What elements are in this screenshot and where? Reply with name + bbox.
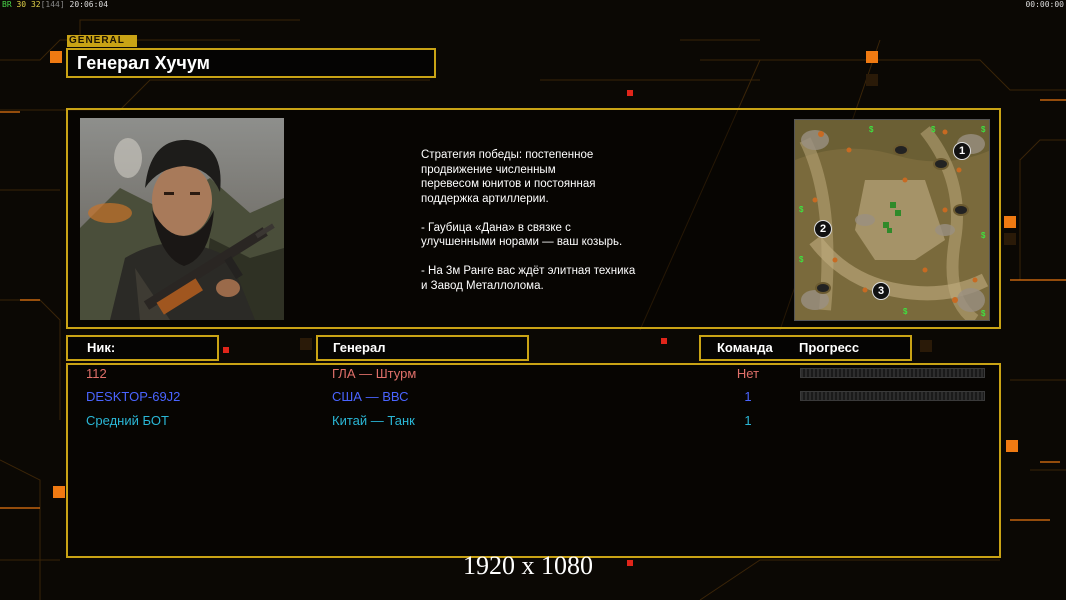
decor-square <box>1004 233 1016 245</box>
map-supply-pit <box>815 282 831 294</box>
strategy-line: перевесом юнитов и постоянная <box>421 178 596 190</box>
strategy-description: Стратегия победы: постепенное продвижение… <box>421 148 721 293</box>
decor-square <box>627 90 633 96</box>
player-team-select[interactable]: 1 <box>708 413 788 429</box>
player-general-select[interactable]: Китай — Танк <box>332 413 415 429</box>
hud-timer: 00:00:00 <box>1025 0 1064 9</box>
general-portrait-icon <box>80 118 284 320</box>
player-team-select[interactable]: Нет <box>708 366 788 382</box>
strategy-line: поддержка артиллерии. <box>421 192 549 205</box>
map-start-position-2[interactable]: 2 <box>814 220 832 238</box>
map-supply-pit <box>953 204 969 216</box>
column-header-general: Генерал <box>316 335 529 361</box>
column-header-team-label: Команда <box>717 340 773 355</box>
column-header-nick-label: Ник: <box>87 340 116 355</box>
decor-square <box>627 560 633 566</box>
hud-bracket-value: [144] <box>40 0 65 9</box>
map-cash-icon: $ <box>903 307 908 316</box>
decor-square <box>1004 216 1016 228</box>
hud-clock: 20:06:04 <box>69 0 109 9</box>
map-preview: 1 2 3 $ $ $ $ $ $ $ $ <box>794 119 990 321</box>
map-supply-pit <box>893 144 909 156</box>
map-start-position-1[interactable]: 1 <box>953 142 971 160</box>
decor-square <box>920 340 932 352</box>
player-progress-bar <box>800 368 985 378</box>
strategy-line: продвижение численным <box>421 163 556 176</box>
player-nick: DESKTOP-69J2 <box>86 389 181 404</box>
map-cash-icon: $ <box>981 125 986 134</box>
hud-value-a: 30 <box>16 0 27 9</box>
player-progress-bar <box>800 391 985 401</box>
strategy-line: улучшенными норами — ваш козырь. <box>421 236 623 248</box>
map-cash-icon: $ <box>799 205 804 214</box>
resolution-label: 1920 x 1080 <box>463 551 593 580</box>
decor-square <box>661 338 667 344</box>
decor-square <box>866 51 878 63</box>
map-cash-icon: $ <box>981 309 986 318</box>
strategy-line: Стратегия победы: постепенное <box>421 149 594 161</box>
decor-square <box>53 486 65 498</box>
map-cash-icon: $ <box>931 125 936 134</box>
player-general-select[interactable]: ГЛА — Штурм <box>332 366 416 382</box>
general-name-header: Генерал Хучум <box>66 48 436 78</box>
decor-square <box>50 51 62 63</box>
decor-square <box>1006 440 1018 452</box>
column-header-general-label: Генерал <box>333 340 386 355</box>
strategy-line: - На 3м Ранге вас ждёт элитная техника <box>421 265 636 277</box>
general-badge: GENERAL <box>67 35 137 47</box>
map-cash-icon: $ <box>869 125 874 134</box>
map-supply-pit <box>933 158 949 170</box>
map-cash-icon: $ <box>981 231 986 240</box>
strategy-line: и Завод Металлолома. <box>421 279 544 292</box>
player-nick: 112 <box>86 366 107 381</box>
player-team-select[interactable]: 1 <box>708 389 788 405</box>
column-header-nick: Ник: <box>66 335 219 361</box>
decor-square <box>300 338 312 350</box>
strategy-line <box>421 250 721 265</box>
map-start-position-3[interactable]: 3 <box>872 282 890 300</box>
decor-square <box>866 74 878 86</box>
player-nick: Средний БОТ <box>86 413 169 428</box>
decor-square <box>223 347 229 353</box>
column-header-progress-label: Прогресс <box>799 340 860 355</box>
map-cash-icon: $ <box>799 255 804 264</box>
hud-value-b: 32 <box>30 0 41 9</box>
strategy-line <box>421 206 721 221</box>
hud-tag: BR <box>2 0 12 9</box>
player-general-select[interactable]: США — ВВС <box>332 389 409 405</box>
general-name: Генерал Хучум <box>77 53 210 73</box>
strategy-line: - Гаубица «Дана» в связке с <box>421 221 571 234</box>
hud-status-left: BR 30 32[144] 20:06:04 <box>2 0 108 10</box>
column-header-team-progress: Команда Прогресс <box>699 335 912 361</box>
